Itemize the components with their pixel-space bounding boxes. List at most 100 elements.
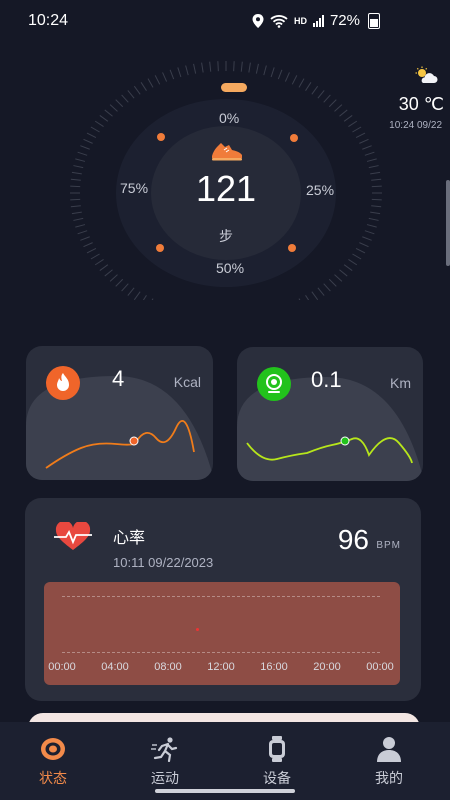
dial-tick: [75, 224, 86, 228]
distance-trend-line: [246, 436, 413, 464]
dial-tick: [147, 78, 154, 88]
dial-tick: [371, 185, 382, 188]
dial-tick: [311, 85, 319, 95]
status-ring-icon: [41, 738, 65, 760]
dial-tick: [323, 283, 331, 292]
dial-tick: [115, 278, 124, 287]
dial-tick: [364, 151, 375, 156]
dial-tick: [291, 75, 298, 85]
dial-tick: [71, 211, 82, 215]
dial-tick: [348, 259, 358, 266]
scrollbar[interactable]: [446, 180, 450, 266]
dial-tick: [317, 287, 325, 296]
dial-tick: [209, 61, 212, 72]
dial-tick: [277, 69, 283, 80]
dial-tick: [80, 145, 90, 150]
step-count: 121: [195, 168, 257, 209]
dial-tick: [366, 224, 377, 228]
dial-tick: [86, 132, 97, 139]
dial-tick: [104, 269, 113, 277]
distance-value: 0.1: [311, 367, 342, 392]
nav-item-status[interactable]: 状态: [18, 736, 88, 788]
dial-marker-dot: [157, 133, 165, 141]
dial-tick: [270, 67, 275, 78]
calories-card[interactable]: 4 Kcal: [26, 346, 213, 480]
dial-tick: [86, 247, 97, 254]
dial-tick: [94, 120, 104, 127]
chart-x-tick: 00:00: [48, 661, 76, 673]
location-icon: [252, 13, 264, 28]
chart-x-tick: 08:00: [154, 661, 182, 673]
dial-tick: [83, 242, 93, 248]
dial-tick: [366, 158, 377, 162]
dial-label-right: 25%: [306, 182, 335, 198]
dial-tick: [370, 171, 381, 175]
home-indicator[interactable]: [155, 789, 295, 793]
heart-rate-chart[interactable]: 00:00 04:00 08:00 12:00 16:00 20:00 00:0…: [44, 582, 400, 685]
dial-tick: [368, 165, 379, 169]
chart-grid-line: [62, 596, 380, 597]
calories-value: 4: [112, 366, 125, 391]
dial-tick: [127, 90, 135, 99]
chart-x-tick: 20:00: [313, 661, 341, 673]
dial-tick: [70, 198, 81, 201]
dial-tick: [362, 145, 372, 150]
dial-tick: [90, 253, 100, 260]
dial-tick: [323, 94, 331, 103]
heart-rate-card[interactable]: 心率 10:11 09/22/2023 96 BPM 00:00 04:00 0…: [25, 498, 421, 701]
dial-tick: [359, 138, 369, 144]
dial-tick: [339, 109, 348, 117]
battery-percent: 72%: [329, 12, 360, 29]
dial-tick: [109, 104, 118, 112]
heart-rate-value: 96: [337, 524, 369, 555]
dial-tick: [70, 205, 81, 208]
distance-card[interactable]: 0.1 Km: [237, 347, 423, 481]
dial-tick: [73, 165, 84, 169]
dial-tick: [305, 82, 312, 91]
nav-item-sport[interactable]: 运动: [130, 736, 200, 788]
dial-tick: [352, 253, 362, 260]
dial-tick: [77, 230, 88, 235]
dial-tick: [80, 236, 90, 241]
dial-tick: [263, 65, 267, 76]
dial-tick: [334, 104, 343, 112]
dial-tick: [99, 264, 109, 271]
heart-rate-timestamp: 10:11 09/22/2023: [113, 555, 214, 570]
chart-x-tick: 16:00: [260, 661, 288, 673]
dial-marker-dot: [156, 244, 164, 252]
nav-label-status: 状态: [39, 770, 67, 786]
dial-tick: [298, 78, 305, 88]
profile-icon: [377, 737, 401, 762]
dial-tick: [298, 298, 301, 300]
dial-tick: [328, 99, 337, 108]
status-time: 10:24: [28, 12, 69, 29]
dial-tick: [343, 264, 353, 271]
running-shoe-icon: [212, 143, 242, 161]
dial-tick: [328, 278, 337, 287]
dial-tick: [343, 115, 353, 122]
nav-label-profile: 我的: [375, 770, 403, 786]
dial-tick: [359, 242, 369, 248]
nav-item-device[interactable]: 设备: [242, 736, 312, 788]
dial-tick: [83, 138, 93, 144]
nav-label-device: 设备: [263, 770, 291, 786]
dial-tick: [133, 85, 141, 95]
dial-tick: [362, 236, 372, 241]
dial-tick: [348, 120, 358, 127]
dial-tick: [339, 269, 348, 277]
dial-tick: [334, 274, 343, 282]
dial-tick: [109, 274, 118, 282]
dial-label-top: 0%: [219, 110, 240, 126]
signal-icon: [312, 14, 324, 27]
location-pin-icon: [257, 367, 291, 401]
distance-unit: Km: [390, 375, 411, 391]
dial-tick: [73, 217, 84, 221]
dial-tick: [371, 178, 382, 181]
nav-label-sport: 运动: [151, 770, 179, 786]
weather-temperature: 30 ℃: [398, 94, 444, 114]
dial-tick: [355, 132, 366, 139]
nav-item-profile[interactable]: 我的: [354, 736, 424, 788]
dial-label-bottom: 50%: [216, 260, 245, 276]
chart-x-tick: 12:00: [207, 661, 235, 673]
dial-tick: [371, 205, 382, 208]
